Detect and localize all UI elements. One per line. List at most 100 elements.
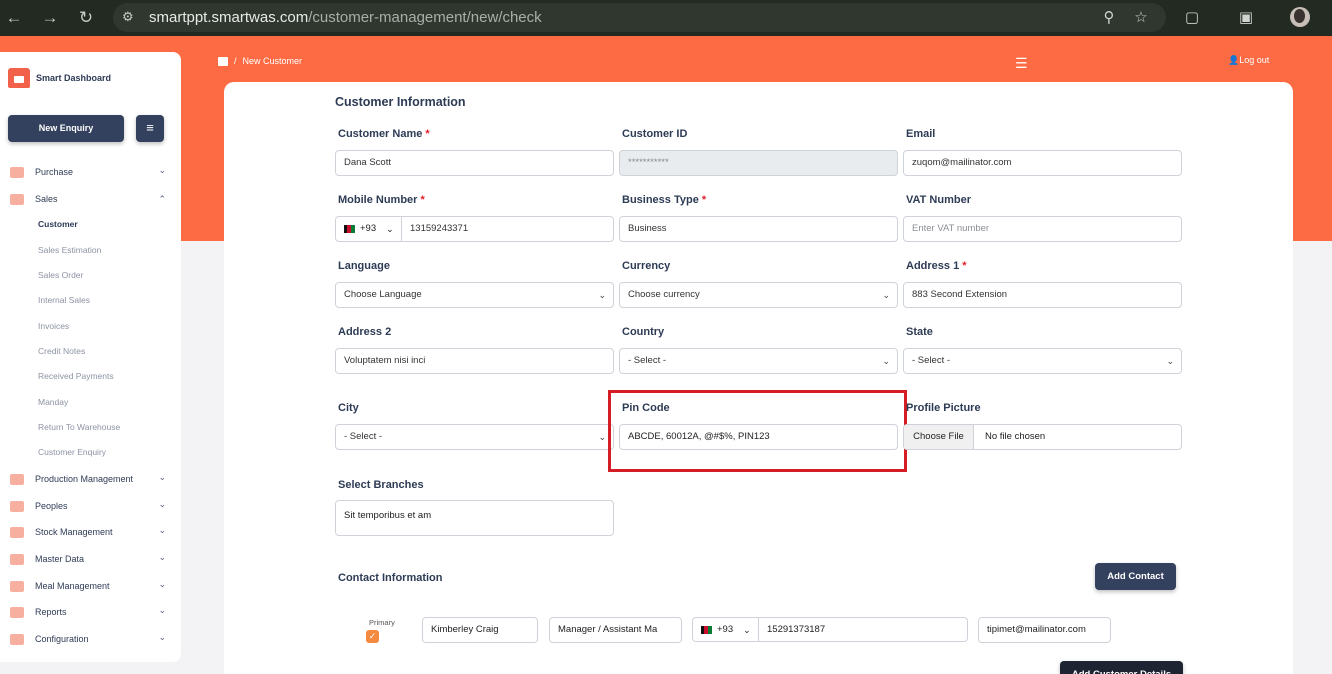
state-select[interactable]: - Select - ⌄ (903, 348, 1182, 374)
vat-label: VAT Number (906, 194, 971, 206)
master-data-icon (10, 553, 24, 565)
profile-avatar[interactable] (1290, 7, 1310, 27)
mobile-field[interactable]: +93 ⌄ 13159243371 (335, 216, 614, 242)
sidebar-item-label: Purchase (35, 167, 74, 177)
chevron-down-icon: ⌄ (882, 290, 890, 300)
chevron-down-icon: ⌄ (158, 605, 166, 615)
sidebar-item-label: Sales (35, 194, 58, 204)
sidebar-item-label: Peoples (35, 501, 68, 511)
sidebar-item-purchase[interactable]: Purchase ⌄ (10, 163, 170, 181)
chevron-down-icon: ⌄ (158, 632, 166, 642)
tab-search-icon[interactable]: ▣ (1236, 8, 1256, 26)
logout-link[interactable]: 👤Log out (1228, 55, 1269, 66)
city-label: City (338, 402, 359, 414)
contact-designation-input[interactable]: Manager / Assistant Ma (549, 617, 682, 643)
sidebar-item-label: Stock Management (35, 527, 113, 537)
sidebar-subitem-return-to-warehouse[interactable]: Return To Warehouse (38, 422, 120, 432)
country-selected: - Select - (628, 355, 667, 366)
language-select[interactable]: Choose Language ⌄ (335, 282, 614, 308)
sidebar-item-configuration[interactable]: Configuration ⌄ (10, 630, 170, 648)
sidebar-item-production-management[interactable]: Production Management ⌄ (10, 470, 170, 488)
add-contact-button[interactable]: Add Contact (1095, 563, 1176, 590)
contact-country-code-select[interactable]: +93 ⌄ (693, 618, 759, 641)
country-code-select[interactable]: +93 ⌄ (336, 217, 402, 241)
breadcrumb-separator: / (234, 56, 237, 66)
sidebar-subitem-internal-sales[interactable]: Internal Sales (38, 295, 90, 305)
currency-selected: Choose currency (628, 289, 700, 300)
home-icon[interactable] (218, 56, 228, 66)
sidebar-subitem-customer-enquiry[interactable]: Customer Enquiry (38, 447, 106, 457)
chevron-down-icon: ⌄ (158, 165, 166, 175)
vat-input[interactable]: Enter VAT number (903, 216, 1182, 242)
bookmark-star-icon[interactable]: ☆ (1131, 8, 1151, 26)
profile-picture-label: Profile Picture (906, 402, 981, 414)
primary-label: Primary (369, 618, 395, 627)
mobile-input[interactable]: 13159243371 (410, 217, 468, 241)
chevron-down-icon: ⌄ (882, 356, 890, 366)
chevron-down-icon: ⌄ (158, 579, 166, 589)
afghanistan-flag-icon (701, 625, 712, 634)
people-icon (10, 500, 24, 512)
contact-email-input[interactable]: tipimet@mailinator.com (978, 617, 1111, 643)
warehouse-logo-icon (8, 68, 30, 88)
sidebar-subitem-customer[interactable]: Customer (38, 219, 78, 229)
contact-country-code: +93 (717, 623, 734, 635)
email-input[interactable]: zuqom@mailinator.com (903, 150, 1182, 176)
sidebar-item-sales[interactable]: Sales ⌃ (10, 190, 170, 208)
hamburger-icon[interactable]: ☰ (1015, 55, 1028, 72)
sidebar-item-peoples[interactable]: Peoples ⌄ (10, 497, 170, 515)
contact-phone-field[interactable]: +93 ⌄ 15291373187 (692, 617, 968, 642)
email-label: Email (906, 128, 936, 140)
city-select[interactable]: - Select - ⌄ (335, 424, 614, 450)
site-info-icon[interactable]: ⚙ (122, 9, 134, 25)
sidebar-subitem-sales-order[interactable]: Sales Order (38, 270, 83, 280)
sidebar-subitem-invoices[interactable]: Invoices (38, 321, 69, 331)
contact-phone-input[interactable]: 15291373187 (767, 618, 825, 641)
business-type-label: Business Type * (622, 194, 707, 206)
city-selected: - Select - (344, 431, 383, 442)
sidebar-subitem-manday[interactable]: Manday (38, 397, 68, 407)
primary-checkbox[interactable]: ✓ (366, 630, 379, 643)
choose-file-button[interactable]: Choose File (904, 425, 974, 449)
state-label: State (906, 326, 933, 338)
brand[interactable]: Smart Dashboard (8, 68, 111, 88)
chevron-down-icon: ⌄ (158, 552, 166, 562)
contact-name-input[interactable]: Kimberley Craig (422, 617, 538, 643)
sidebar-item-meal-management[interactable]: Meal Management ⌄ (10, 577, 170, 595)
branches-select[interactable]: Sit temporibus et am (335, 500, 614, 536)
address1-label: Address 1 * (906, 260, 967, 272)
sidebar-subitem-credit-notes[interactable]: Credit Notes (38, 346, 85, 356)
zoom-icon[interactable]: ⚲ (1099, 8, 1119, 26)
country-select[interactable]: - Select - ⌄ (619, 348, 898, 374)
customer-name-input[interactable]: Dana Scott (335, 150, 614, 176)
chevron-down-icon: ⌄ (386, 224, 394, 234)
new-enquiry-button[interactable]: New Enquiry (8, 115, 124, 142)
extensions-icon[interactable]: ▢ (1182, 8, 1202, 26)
sidebar-item-reports[interactable]: Reports ⌄ (10, 603, 170, 621)
sidebar-subitem-sales-estimation[interactable]: Sales Estimation (38, 245, 101, 255)
menu-toggle-button[interactable]: ≡ (136, 115, 164, 142)
sidebar-item-stock-management[interactable]: Stock Management ⌄ (10, 523, 170, 541)
sidebar-subitem-received-payments[interactable]: Received Payments (38, 371, 114, 381)
breadcrumb: / New Customer (218, 56, 302, 66)
reload-icon[interactable]: ↻ (76, 8, 96, 28)
forward-icon[interactable]: → (40, 8, 60, 28)
chevron-down-icon: ⌄ (598, 432, 606, 442)
currency-select[interactable]: Choose currency ⌄ (619, 282, 898, 308)
sidebar-item-master-data[interactable]: Master Data ⌄ (10, 550, 170, 568)
add-customer-details-button[interactable]: Add Customer Details (1060, 661, 1183, 674)
contact-title: Contact Information (338, 572, 443, 584)
language-label: Language (338, 260, 390, 272)
state-selected: - Select - (912, 355, 951, 366)
chevron-down-icon: ⌄ (743, 624, 751, 635)
address2-input[interactable]: Voluptatem nisi inci (335, 348, 614, 374)
back-icon[interactable]: ← (4, 8, 24, 28)
profile-picture-input[interactable]: Choose File No file chosen (903, 424, 1182, 450)
browser-toolbar: ← → ↻ ⚙ smartppt.smartwas.com/customer-m… (0, 0, 1332, 36)
business-type-input[interactable]: Business (619, 216, 898, 242)
sidebar-item-label: Configuration (35, 634, 89, 644)
brand-name: Smart Dashboard (36, 73, 112, 83)
address1-input[interactable]: 883 Second Extension (903, 282, 1182, 308)
chevron-down-icon: ⌄ (1166, 356, 1174, 366)
customer-id-label: Customer ID (622, 128, 688, 140)
